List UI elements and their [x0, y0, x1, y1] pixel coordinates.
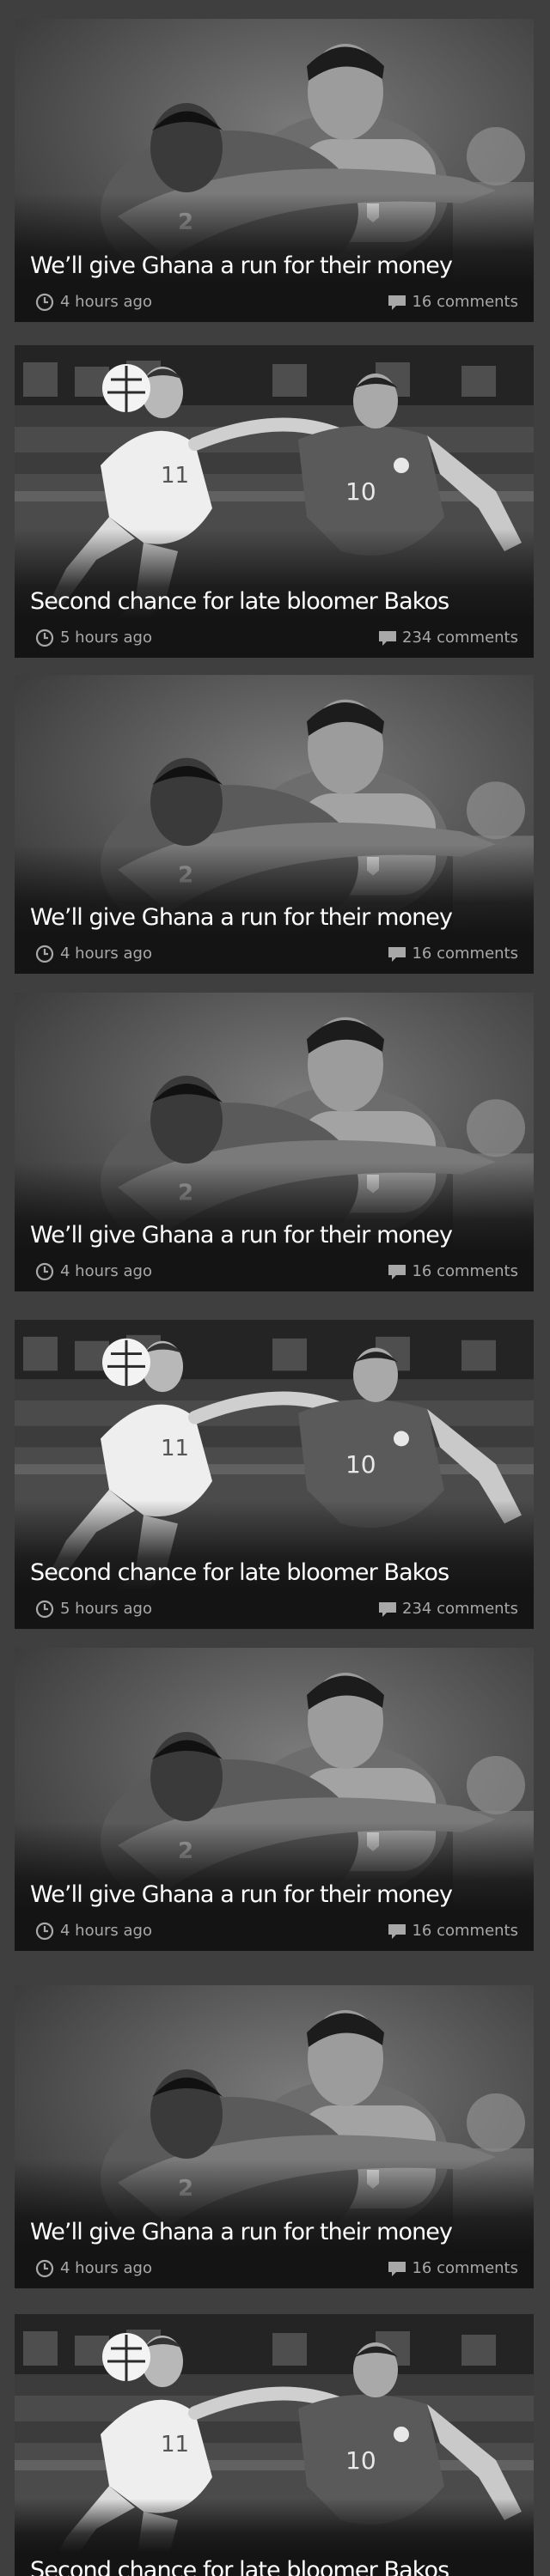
article-comments-label: 16 comments: [412, 1262, 518, 1280]
article-meta: 4 hours ago 16 comments: [35, 945, 518, 963]
article-card[interactable]: 11 10 Second chance for late bloomer Bak…: [15, 2314, 534, 2576]
article-title[interactable]: We’ll give Ghana a run for their money: [30, 903, 518, 933]
article-title[interactable]: We’ll give Ghana a run for their money: [30, 1880, 518, 1910]
article-meta: 5 hours ago 234 comments: [35, 629, 518, 647]
article-card[interactable]: 2 We’ll give Ghana a run for their money…: [15, 1648, 534, 1951]
clock-icon: [35, 1600, 54, 1619]
article-comments-link[interactable]: 234 comments: [377, 1600, 518, 1619]
clock-icon: [35, 629, 54, 647]
article-card[interactable]: 2 We’ll give Ghana a run for their money…: [15, 993, 534, 1291]
article-feed: 2 We’ll give Ghana a run for their money…: [0, 0, 550, 2576]
article-time: 4 hours ago: [35, 1922, 152, 1941]
article-time-label: 4 hours ago: [60, 1262, 152, 1280]
article-time-label: 4 hours ago: [60, 945, 152, 963]
article-time-label: 4 hours ago: [60, 293, 152, 311]
article-title[interactable]: We’ll give Ghana a run for their money: [30, 1221, 518, 1250]
speech-bubble-icon: [387, 945, 406, 963]
speech-bubble-icon: [387, 293, 406, 312]
article-title[interactable]: Second chance for late bloomer Bakos: [30, 587, 518, 617]
svg-text:10: 10: [345, 1450, 376, 1479]
article-comments-link[interactable]: 16 comments: [387, 1922, 518, 1941]
article-time: 4 hours ago: [35, 1262, 152, 1281]
article-title[interactable]: Second chance for late bloomer Bakos: [30, 1558, 518, 1588]
article-title[interactable]: We’ll give Ghana a run for their money: [30, 252, 518, 281]
article-card[interactable]: 2 We’ll give Ghana a run for their money…: [15, 19, 534, 322]
article-comments-label: 234 comments: [402, 629, 518, 647]
article-title[interactable]: We’ll give Ghana a run for their money: [30, 2218, 518, 2247]
clock-icon: [35, 2259, 54, 2278]
article-comments-label: 234 comments: [402, 1600, 518, 1618]
article-comments-label: 16 comments: [412, 1922, 518, 1940]
svg-text:10: 10: [345, 477, 376, 506]
article-time: 4 hours ago: [35, 2259, 152, 2278]
svg-text:11: 11: [161, 1436, 189, 1461]
article-comments-link[interactable]: 16 comments: [387, 1262, 518, 1281]
clock-icon: [35, 293, 54, 312]
speech-bubble-icon: [387, 1922, 406, 1941]
article-time-label: 5 hours ago: [60, 1600, 152, 1618]
article-meta: 5 hours ago 234 comments: [35, 1600, 518, 1619]
article-time: 5 hours ago: [35, 629, 152, 647]
article-meta: 4 hours ago 16 comments: [35, 1262, 518, 1281]
svg-text:10: 10: [345, 2446, 376, 2475]
article-comments-link[interactable]: 16 comments: [387, 945, 518, 963]
speech-bubble-icon: [387, 2259, 406, 2278]
article-time-label: 4 hours ago: [60, 2259, 152, 2277]
speech-bubble-icon: [377, 1600, 397, 1619]
article-card[interactable]: 11 10 Second chance for late bloomer Bak…: [15, 1320, 534, 1629]
article-card[interactable]: 11 10 Second chance for late bloomer Bak…: [15, 345, 534, 658]
speech-bubble-icon: [377, 629, 397, 647]
clock-icon: [35, 1922, 54, 1941]
article-time-label: 4 hours ago: [60, 1922, 152, 1940]
article-comments-link[interactable]: 16 comments: [387, 2259, 518, 2278]
clock-icon: [35, 945, 54, 963]
article-card[interactable]: 2 We’ll give Ghana a run for their money…: [15, 1985, 534, 2288]
clock-icon: [35, 1262, 54, 1281]
article-comments-link[interactable]: 234 comments: [377, 629, 518, 647]
svg-text:11: 11: [161, 463, 189, 489]
article-time-label: 5 hours ago: [60, 629, 152, 647]
article-time: 4 hours ago: [35, 293, 152, 312]
article-comments-label: 16 comments: [412, 293, 518, 311]
article-comments-label: 16 comments: [412, 2259, 518, 2277]
article-title[interactable]: Second chance for late bloomer Bakos: [30, 2556, 518, 2576]
article-comments-link[interactable]: 16 comments: [387, 293, 518, 312]
article-meta: 4 hours ago 16 comments: [35, 293, 518, 312]
speech-bubble-icon: [387, 1262, 406, 1281]
article-card[interactable]: 2 We’ll give Ghana a run for their money…: [15, 675, 534, 974]
article-time: 4 hours ago: [35, 945, 152, 963]
article-meta: 4 hours ago 16 comments: [35, 2259, 518, 2278]
article-time: 5 hours ago: [35, 1600, 152, 1619]
article-comments-label: 16 comments: [412, 945, 518, 963]
article-meta: 4 hours ago 16 comments: [35, 1922, 518, 1941]
svg-text:11: 11: [161, 2432, 189, 2458]
